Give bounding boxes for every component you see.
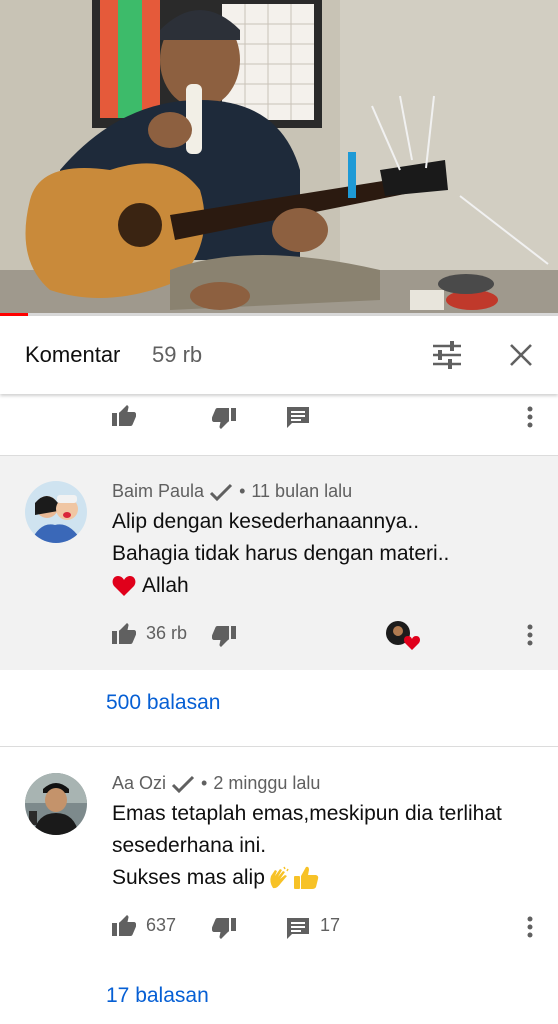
filter-icon — [433, 341, 461, 369]
comment-text-line: Sukses mas alip — [112, 866, 265, 889]
comment-time[interactable]: 2 minggu lalu — [213, 773, 320, 794]
dislike-button[interactable] — [210, 406, 238, 432]
view-replies-link[interactable]: 17 balasan — [106, 984, 209, 1008]
thumb-down-icon — [212, 408, 236, 429]
comment-text-line-wrap: Sukses mas alip — [112, 862, 319, 894]
comment-author-line: Aa Ozi • 2 minggu lalu — [112, 773, 320, 794]
filter-button[interactable] — [428, 336, 466, 374]
reply-button[interactable] — [284, 916, 312, 942]
like-button[interactable] — [110, 402, 138, 428]
heart-emoji — [112, 576, 136, 596]
verified-check-icon — [210, 483, 233, 501]
thumb-up-icon — [112, 405, 136, 426]
thumb-up-icon — [112, 623, 136, 644]
thumbs-up-emoji — [293, 866, 319, 889]
avatar-image — [25, 773, 87, 835]
comment-author[interactable]: Baim Paula — [112, 481, 204, 502]
meta-separator: • — [239, 481, 246, 501]
more-vert-icon — [527, 916, 533, 938]
avatar[interactable] — [25, 481, 87, 543]
comments-count: 59 rb — [152, 342, 203, 367]
avatar[interactable] — [25, 773, 87, 835]
comment-text-line-wrap: Allah — [112, 570, 189, 602]
clapping-hands-emoji — [270, 866, 289, 889]
like-button[interactable] — [110, 912, 138, 938]
more-vert-icon — [527, 624, 533, 646]
comment-menu-button[interactable] — [520, 912, 540, 942]
reply-button[interactable] — [284, 405, 312, 431]
thumb-up-icon — [112, 915, 136, 936]
like-count: 637 — [146, 915, 177, 935]
reply-count: 17 — [320, 915, 341, 935]
comment-text-line: Alip dengan kesederhanaannya.. — [112, 510, 420, 533]
comment-author[interactable]: Aa Ozi — [112, 773, 166, 794]
comment-time[interactable]: 11 bulan lalu — [251, 481, 352, 502]
close-button[interactable] — [502, 336, 540, 374]
comment-text-line: sesederhana ini. — [112, 834, 267, 857]
more-vert-icon — [527, 406, 533, 428]
thumb-down-icon — [212, 918, 236, 939]
comment-author-line: Baim Paula • 11 bulan lalu — [112, 481, 352, 502]
comment-menu-button[interactable] — [520, 402, 540, 432]
dislike-button[interactable] — [210, 624, 238, 650]
comment-menu-button[interactable] — [520, 620, 540, 650]
comment-text-line: Bahagia tidak harus dengan materi.. — [112, 542, 450, 565]
thumb-down-icon — [212, 626, 236, 647]
creator-heart-badge — [386, 621, 420, 651]
comment-text-line: Emas tetaplah emas,meskipun dia terlihat — [112, 802, 502, 825]
verified-check-icon — [171, 775, 195, 793]
meta-separator: • — [201, 773, 208, 793]
like-count: 36 rb — [146, 623, 188, 643]
video-frame — [0, 0, 558, 313]
comment-icon — [287, 918, 309, 939]
comments-header: Komentar 59 rb — [0, 316, 558, 394]
view-replies-link[interactable]: 500 balasan — [106, 691, 220, 715]
comment-icon — [287, 407, 309, 428]
avatar-image — [25, 481, 87, 543]
close-icon — [510, 344, 532, 366]
comments-title: Komentar — [25, 342, 121, 367]
comment-separator — [0, 746, 558, 747]
like-button[interactable] — [110, 620, 138, 646]
creator-heart-icon — [386, 621, 420, 650]
dislike-button[interactable] — [210, 916, 238, 942]
video-player[interactable] — [0, 0, 558, 313]
comment-text-line: Allah — [142, 574, 189, 597]
